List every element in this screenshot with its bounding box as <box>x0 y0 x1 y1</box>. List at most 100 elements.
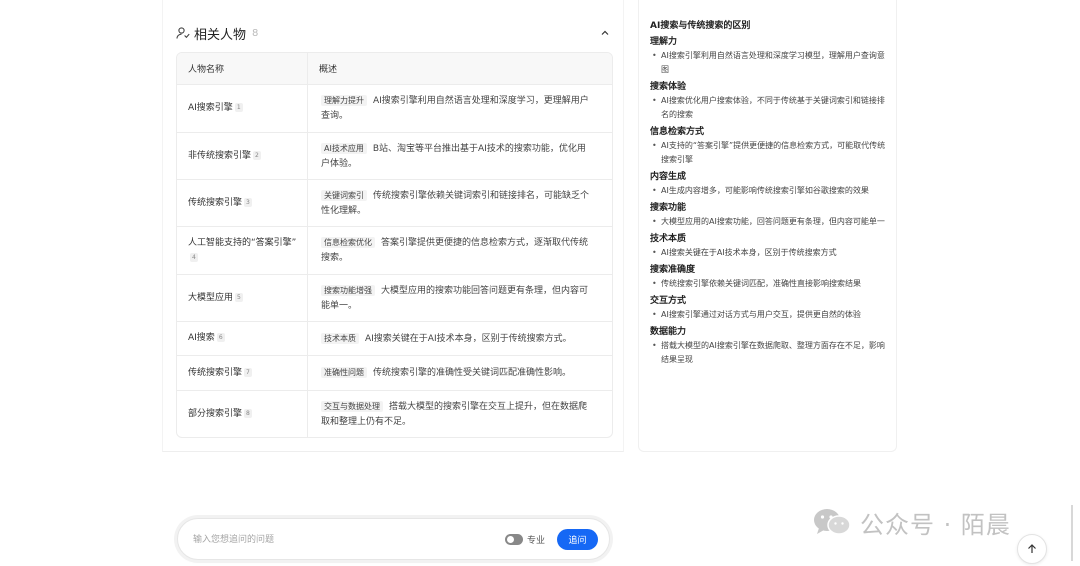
overview-tag: 交互与数据处理 <box>321 400 383 412</box>
table-row[interactable]: 大模型应用 5 搜索功能增强 大模型应用的搜索功能回答问题更有条理，但内容可能单一。 <box>177 275 612 322</box>
summary-item: AI搜索关键在于AI技术本身，区别于传统搜索方式 <box>650 246 886 260</box>
row-overview-cell: 交互与数据处理 搭载大模型的搜索引擎在交互上提升，但在数据爬取和整理上仍有不足。 <box>308 391 612 437</box>
person-name: AI搜索引擎 <box>188 103 233 113</box>
overview-tag: 信息检索优化 <box>321 237 375 248</box>
summary-heading: 数据能力 <box>650 327 687 337</box>
summary-section: 信息检索方式 AI支持的“答案引擎”提供更便捷的信息检索方式，可能取代传统搜索引擎 <box>650 126 886 167</box>
summary-item: 传统搜索引擎依赖关键词匹配，准确性直接影响搜索结果 <box>650 277 886 291</box>
person-name: 传统搜索引擎 <box>188 367 243 378</box>
section-header[interactable]: 相关人物 8 <box>176 22 614 44</box>
follow-up-button[interactable]: 追问 <box>557 529 598 550</box>
row-name-cell: AI搜索引擎 1 <box>177 85 308 132</box>
overview-tag: 准确性问题 <box>321 367 367 378</box>
row-overview-cell: 关键词索引 传统搜索引擎依赖关键词索引和链接排名，可能缺乏个性化理解。 <box>308 180 612 226</box>
overview-tag: 理解力提升 <box>321 95 367 106</box>
overview-tag: 技术本质 <box>321 332 359 344</box>
watermark: 公众号 · 陌晨 <box>812 505 1011 539</box>
summary-item: 搭载大模型的AI搜索引擎在数据爬取、整理方面存在不足，影响结果呈现 <box>650 339 886 367</box>
table-row[interactable]: 部分搜索引擎 8 交互与数据处理 搭载大模型的搜索引擎在交互上提升，但在数据爬取和整… <box>177 391 612 437</box>
summary-section: 理解力 AI搜索引擎利用自然语言处理和深度学习模型，理解用户查询意图 <box>650 36 886 77</box>
person-name: 非传统搜索引擎 <box>188 150 252 161</box>
row-name-cell: 传统搜索引擎 7 <box>177 356 308 390</box>
column-header-name: 人物名称 <box>177 53 308 84</box>
citation-badge[interactable]: 4 <box>190 252 198 262</box>
overview-tag: 搜索功能增强 <box>321 284 375 296</box>
table-row[interactable]: 人工智能支持的“答案引擎” 4 信息检索优化 答案引擎提供更便捷的信息检索方式，逐渐… <box>177 227 612 275</box>
summary-section: 技术本质 AI搜索关键在于AI技术本身，区别于传统搜索方式 <box>650 233 886 260</box>
summary-heading: 信息检索方式 <box>650 127 705 137</box>
person-name: AI搜索 <box>188 333 215 343</box>
professional-toggle[interactable] <box>505 534 523 545</box>
row-overview-cell: 理解力提升 AI搜索引擎利用自然语言处理和深度学习，更理解用户查询。 <box>308 85 612 132</box>
person-name: 部分搜索引擎 <box>188 408 243 419</box>
table-row[interactable]: AI搜索 6 技术本质 AI搜索关键在于AI技术本身，区别于传统搜索方式。 <box>177 322 612 356</box>
row-overview-cell: AI技术应用 B站、淘宝等平台推出基于AI技术的搜索功能，优化用户体验。 <box>308 133 612 179</box>
citation-badge[interactable]: 6 <box>216 333 225 342</box>
summary-title: AI搜索与传统搜索的区别 <box>650 21 751 31</box>
row-name-cell: 传统搜索引擎 3 <box>177 180 308 226</box>
section-title: 相关人物 <box>194 27 247 43</box>
row-overview-cell: 信息检索优化 答案引擎提供更便捷的信息检索方式，逐渐取代传统搜索。 <box>308 227 612 274</box>
section-count: 8 <box>252 27 259 39</box>
row-name-cell: 大模型应用 5 <box>177 275 308 321</box>
citation-badge[interactable]: 5 <box>235 292 243 302</box>
professional-toggle-label: 专业 <box>527 536 546 546</box>
summary-item: AI搜索优化用户搜索体验，不同于传统基于关键词索引和链接排名的搜索 <box>650 94 886 122</box>
follow-up-input[interactable] <box>193 532 493 548</box>
summary-list: 理解力 AI搜索引擎利用自然语言处理和深度学习模型，理解用户查询意图 搜索体验 AI… <box>650 32 886 367</box>
table-header: 人物名称 概述 <box>177 53 612 85</box>
arrow-up-icon <box>1026 540 1038 559</box>
watermark-text: 公众号 · 陌晨 <box>860 510 1011 539</box>
person-name: 人工智能支持的“答案引擎” <box>188 237 297 248</box>
summary-section: 搜索体验 AI搜索优化用户搜索体验，不同于传统基于关键词索引和链接排名的搜索 <box>650 81 886 122</box>
summary-item: 大模型应用的AI搜索功能，回答问题更有条理，但内容可能单一 <box>650 215 886 229</box>
table-row[interactable]: 传统搜索引擎 7 准确性问题 传统搜索引擎的准确性受关键词匹配准确性影响。 <box>177 356 612 391</box>
summary-section: 内容生成 AI生成内容增多，可能影响传统搜索引擎如谷歌搜索的效果 <box>650 171 886 198</box>
summary-heading: 搜索功能 <box>650 203 687 213</box>
citation-badge[interactable]: 7 <box>244 367 252 377</box>
summary-item: AI搜索引擎通过对话方式与用户交互，提供更自然的体验 <box>650 308 886 322</box>
toggle-knob <box>507 536 514 543</box>
overview-tag: AI技术应用 <box>321 142 367 154</box>
row-name-cell: 部分搜索引擎 8 <box>177 391 308 437</box>
row-overview-cell: 技术本质 AI搜索关键在于AI技术本身，区别于传统搜索方式。 <box>308 322 612 355</box>
overview-text: 传统搜索引擎的准确性受关键词匹配准确性影响。 <box>373 368 572 378</box>
summary-item: AI支持的“答案引擎”提供更便捷的信息检索方式，可能取代传统搜索引擎 <box>650 139 886 167</box>
page: 相关人物 8 人物名称 概述 AI搜索引擎 1 理解力提升 AI搜索引擎利用自然语言… <box>0 0 1080 566</box>
summary-heading: 搜索体验 <box>650 82 687 92</box>
row-name-cell: 人工智能支持的“答案引擎” 4 <box>177 227 308 274</box>
summary-heading: 理解力 <box>650 37 678 47</box>
row-overview-cell: 准确性问题 传统搜索引擎的准确性受关键词匹配准确性影响。 <box>308 356 612 390</box>
row-name-cell: AI搜索 6 <box>177 322 308 355</box>
people-icon <box>176 26 190 40</box>
summary-section: 交互方式 AI搜索引擎通过对话方式与用户交互，提供更自然的体验 <box>650 295 886 322</box>
person-name: 传统搜索引擎 <box>188 197 243 208</box>
column-header-overview: 概述 <box>319 65 338 75</box>
summary-item: AI生成内容增多，可能影响传统搜索引擎如谷歌搜索的效果 <box>650 184 886 198</box>
summary-item: AI搜索引擎利用自然语言处理和深度学习模型，理解用户查询意图 <box>650 49 886 77</box>
table-row[interactable]: AI搜索引擎 1 理解力提升 AI搜索引擎利用自然语言处理和深度学习，更理解用户查询… <box>177 85 612 133</box>
table-row[interactable]: 非传统搜索引擎 2 AI技术应用 B站、淘宝等平台推出基于AI技术的搜索功能，优化用… <box>177 133 612 180</box>
overview-tag: 关键词索引 <box>321 189 367 201</box>
summary-heading: 技术本质 <box>650 234 687 244</box>
summary-heading: 内容生成 <box>650 172 687 182</box>
summary-section: 数据能力搭载大模型的AI搜索引擎在数据爬取、整理方面存在不足，影响结果呈现 <box>650 326 886 367</box>
summary-heading: 交互方式 <box>650 296 687 306</box>
scrollbar[interactable] <box>1071 505 1073 561</box>
chevron-up-icon[interactable] <box>598 25 612 39</box>
people-table: 人物名称 概述 AI搜索引擎 1 理解力提升 AI搜索引擎利用自然语言处理和深度学习… <box>176 52 613 438</box>
summary-heading: 搜索准确度 <box>650 265 696 275</box>
scroll-to-top-button[interactable] <box>1017 534 1047 564</box>
table-row[interactable]: 传统搜索引擎 3 关键词索引 传统搜索引擎依赖关键词索引和链接排名，可能缺乏个性化理… <box>177 180 612 227</box>
overview-text: AI搜索关键在于AI技术本身，区别于传统搜索方式。 <box>365 333 572 344</box>
summary-section: 搜索准确度传统搜索引擎依赖关键词匹配，准确性直接影响搜索结果 <box>650 264 886 291</box>
person-name: 大模型应用 <box>188 292 234 303</box>
citation-badge[interactable]: 8 <box>244 408 252 418</box>
citation-badge[interactable]: 1 <box>234 103 243 112</box>
summary-section: 搜索功能大模型应用的AI搜索功能，回答问题更有条理，但内容可能单一 <box>650 202 886 229</box>
wechat-icon <box>812 507 852 537</box>
row-overview-cell: 搜索功能增强 大模型应用的搜索功能回答问题更有条理，但内容可能单一。 <box>308 275 612 321</box>
citation-badge[interactable]: 2 <box>253 150 261 160</box>
row-name-cell: 非传统搜索引擎 2 <box>177 133 308 179</box>
citation-badge[interactable]: 3 <box>244 197 252 207</box>
